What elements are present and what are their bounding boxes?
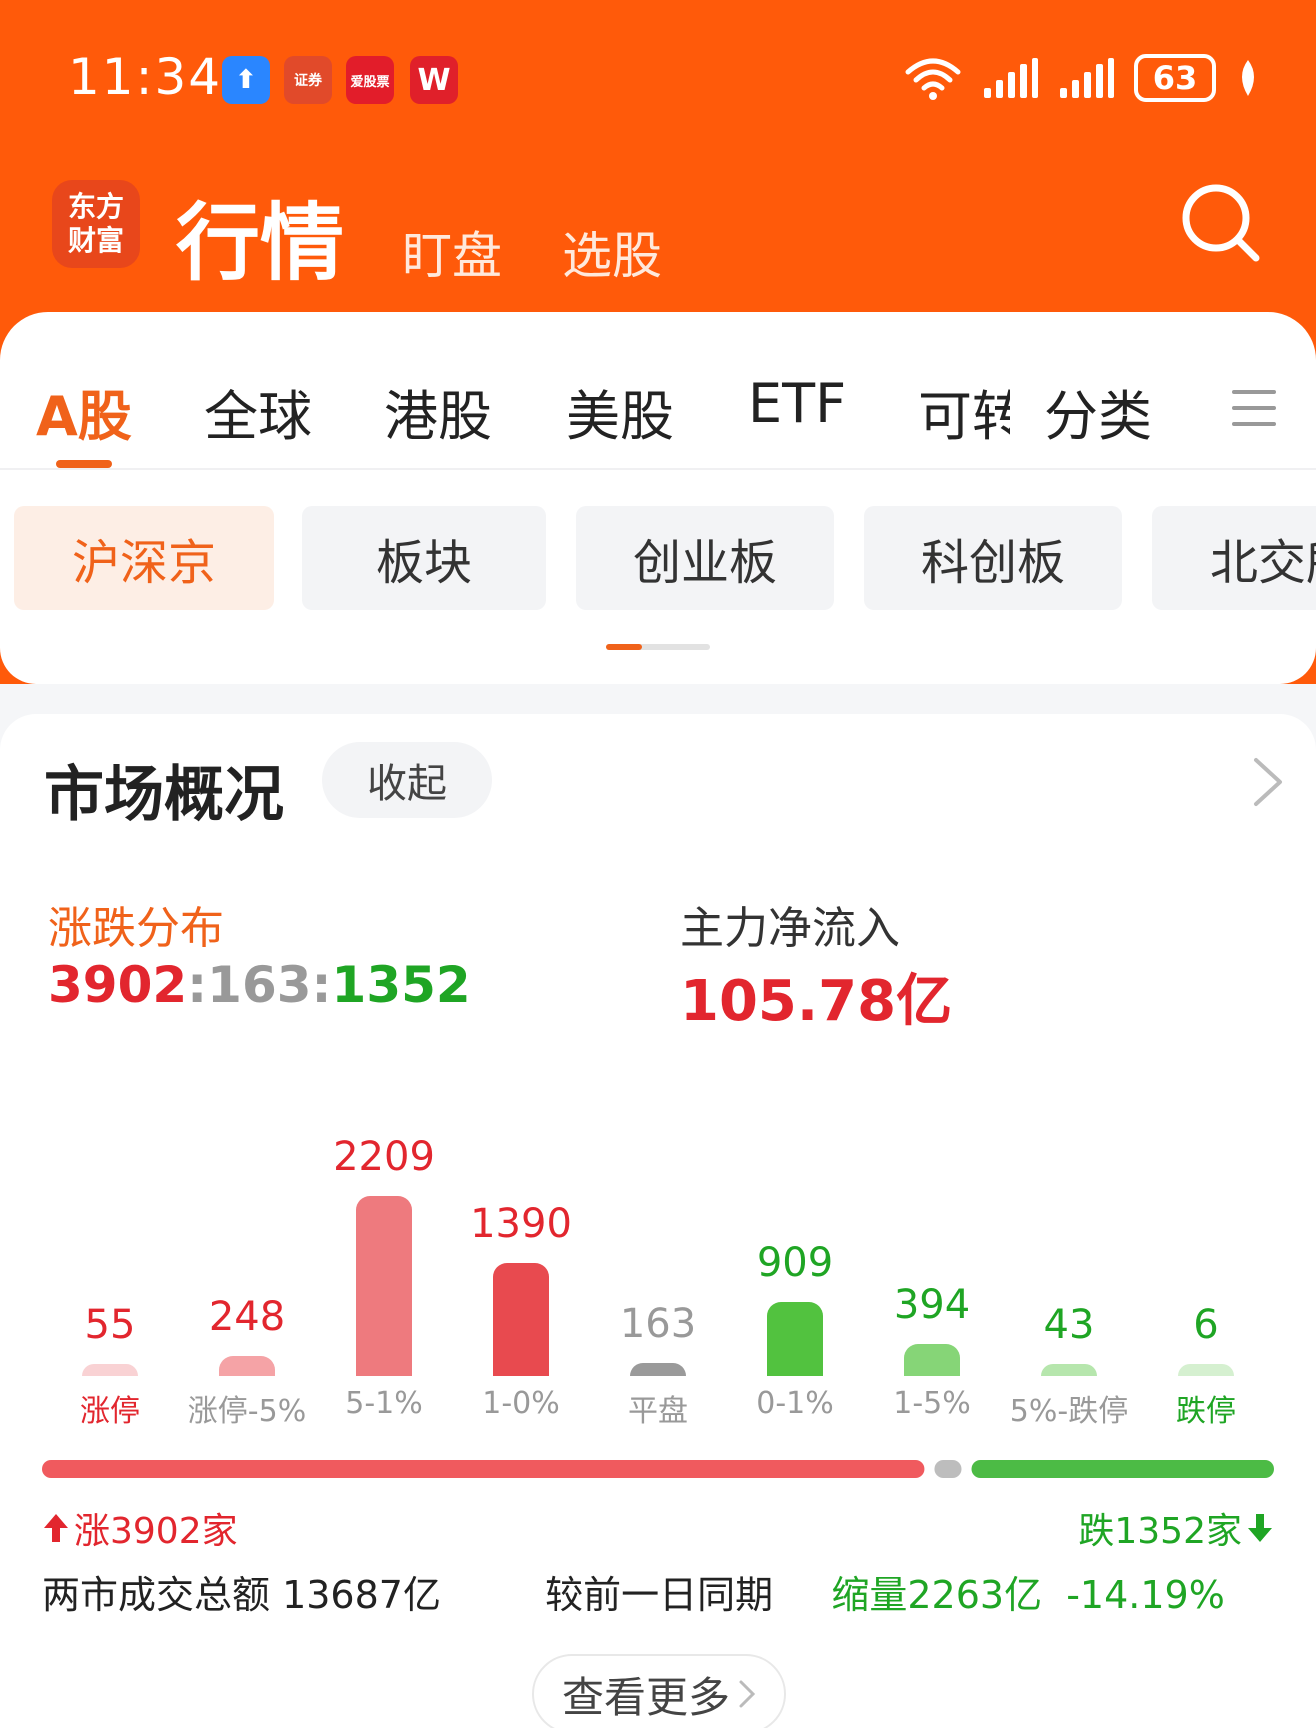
chart-value-label: 6 (1193, 1302, 1219, 1348)
compare-value: 缩量2263亿 -14.19% (831, 1573, 1225, 1617)
status-time: 11:34 (68, 48, 223, 106)
chevron-right-icon[interactable] (1250, 756, 1286, 808)
distribution-value: 3902:163:1352 (48, 956, 471, 1014)
compare-label: 较前一日同期 (545, 1573, 774, 1617)
chart-value-label: 248 (208, 1293, 286, 1340)
tab-hk-shares[interactable]: 港股 (384, 372, 492, 451)
up-down-ratio-bar (42, 1460, 1274, 1478)
chart-value-label: 163 (619, 1300, 697, 1347)
market-nav-card: A股 全球 港股 美股 ETF 可转 分类 沪深京 板块 创业板 科创板 北交所 (0, 312, 1316, 684)
chart-category-label: 涨停-5% (187, 1394, 307, 1429)
turnover-row: 两市成交总额 13687亿 较前一日同期 缩量2263亿 -14.19% (42, 1564, 1272, 1619)
tab-etf[interactable]: ETF (748, 372, 846, 435)
down-count: 跌1352家 (1078, 1502, 1274, 1554)
wifi-icon (905, 58, 961, 100)
tab-us-shares[interactable]: 美股 (566, 372, 674, 451)
chart-bar (904, 1343, 960, 1376)
chart-category-label: 5-1% (345, 1386, 423, 1421)
inflow-value: 105.78亿 (680, 969, 953, 1034)
leaf-icon (1242, 60, 1254, 96)
chart-category-label: 0-1% (756, 1386, 834, 1421)
distribution-sep2: : (311, 956, 332, 1014)
tab-global[interactable]: 全球 (204, 372, 312, 451)
active-tab-indicator (56, 460, 112, 468)
chart-category-label: 跌停 (1176, 1394, 1236, 1429)
distribution-up: 3902 (48, 956, 188, 1014)
menu-icon[interactable] (1232, 386, 1276, 430)
chart-value-label: 55 (84, 1302, 136, 1348)
chevron-right-small-icon (739, 1680, 756, 1708)
chart-value-label: 43 (1043, 1302, 1095, 1348)
chart-bar (1041, 1364, 1097, 1376)
chart-bar (82, 1364, 138, 1376)
signal-icon-2 (1060, 58, 1114, 98)
chart-value-label: 1390 (470, 1200, 572, 1247)
search-icon[interactable] (1180, 182, 1262, 264)
distribution-flat: 163 (207, 956, 312, 1014)
tab-a-shares[interactable]: A股 (36, 372, 132, 451)
turnover-total: 两市成交总额 13687亿 (42, 1573, 441, 1617)
view-more-label: 查看更多 (561, 1672, 730, 1722)
distribution-down: 1352 (331, 956, 471, 1014)
app-logo: 东方 财富 (52, 180, 140, 268)
status-indicators: 63 (904, 54, 1260, 102)
logo-line-1: 东方 (67, 190, 124, 223)
chart-category-label: 5%-跌停 (1009, 1394, 1129, 1429)
chart-bar (767, 1301, 823, 1376)
chart-category-label: 平盘 (628, 1394, 688, 1429)
tab-xuangu[interactable]: 选股 (562, 216, 662, 288)
chart-bar (630, 1362, 686, 1376)
distribution-sep1: : (187, 956, 208, 1014)
chart-category-label: 1-0% (482, 1386, 560, 1421)
chart-bar (219, 1355, 275, 1376)
distribution-label: 涨跌分布 (48, 903, 224, 954)
arrow-down-icon (1248, 1514, 1272, 1542)
tabs-divider (0, 468, 1316, 470)
ratio-up-segment (42, 1460, 925, 1478)
arrow-up-icon (44, 1514, 68, 1542)
view-more-button[interactable]: 查看更多 (532, 1654, 786, 1728)
chart-bar (356, 1196, 412, 1376)
chart-category-label: 涨停 (80, 1394, 140, 1429)
zhengquan-app-icon: 证券 (284, 56, 332, 104)
up-count: 涨3902家 (42, 1502, 238, 1554)
market-overview-card: 市场概况 收起 涨跌分布 3902:163:1352 主力净流入 105.78亿… (0, 714, 1316, 1728)
signal-icon (984, 58, 1038, 98)
status-bar: 11:34 ⬆ 证券 爱股票 W 63 (0, 0, 1316, 150)
market-tabs: A股 全球 港股 美股 ETF 可转 分类 (0, 372, 1316, 462)
chip-chinext[interactable]: 创业板 (576, 506, 834, 610)
chip-sector[interactable]: 板块 (302, 506, 546, 610)
chip-bse[interactable]: 北交所 (1152, 506, 1316, 610)
w-app-icon: W (410, 56, 458, 104)
upload-icon: ⬆ (222, 56, 270, 104)
ratio-flat-segment (934, 1460, 962, 1478)
tab-dingpan[interactable]: 盯盘 (402, 216, 502, 288)
chart-value-label: 2209 (333, 1134, 435, 1180)
distribution-chart: 55 涨停 248 涨停-5% 2209 5-1% 1390 1-0% 163 平盘 909 0-1%… (0, 1054, 1316, 1434)
chart-bar (1178, 1364, 1234, 1376)
chip-hushenjing[interactable]: 沪深京 (14, 506, 274, 610)
chip-star-market[interactable]: 科创板 (864, 506, 1122, 610)
tab-convertible[interactable]: 可转 (918, 372, 1010, 451)
chart-value-label: 394 (893, 1281, 971, 1328)
battery-icon: 63 (1134, 54, 1216, 102)
logo-line-2: 财富 (67, 224, 124, 257)
up-count-text: 涨3902家 (74, 1511, 238, 1552)
down-count-text: 跌1352家 (1078, 1511, 1242, 1552)
tab-category[interactable]: 分类 (1044, 372, 1152, 451)
chart-category-label: 1-5% (893, 1386, 971, 1421)
page-title[interactable]: 行情 (176, 176, 344, 297)
chart-value-label: 909 (756, 1239, 834, 1286)
chips-scroll-thumb (606, 644, 642, 650)
aigupiao-app-icon: 爱股票 (346, 56, 394, 104)
collapse-button[interactable]: 收起 (322, 742, 492, 818)
section-title: 市场概况 (44, 760, 284, 830)
sub-market-chips: 沪深京 板块 创业板 科创板 北交所 (0, 506, 1316, 612)
ratio-down-segment (971, 1460, 1274, 1478)
inflow-label: 主力净流入 (680, 903, 900, 954)
chart-bar (493, 1262, 549, 1376)
chips-scroll-indicator (606, 644, 710, 650)
